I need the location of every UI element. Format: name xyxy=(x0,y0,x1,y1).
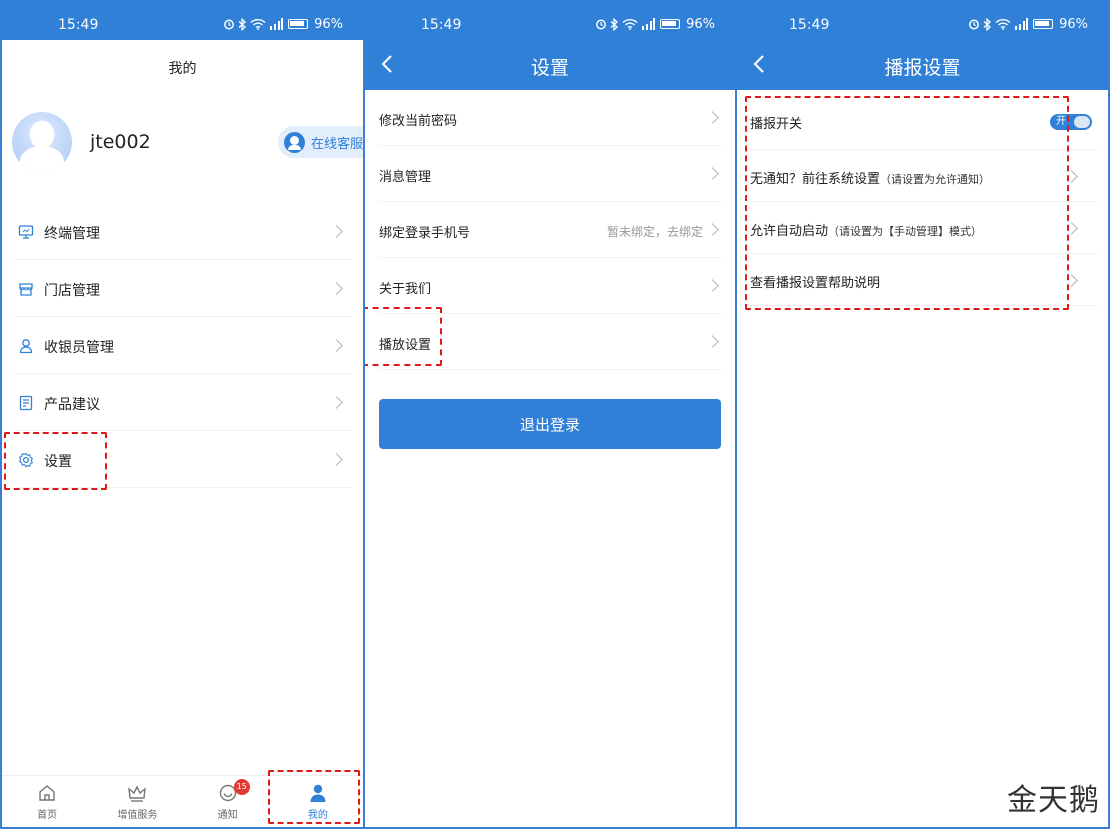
battery-percent: 96% xyxy=(686,16,715,32)
monitor-icon xyxy=(18,225,34,239)
default-avatar-icon xyxy=(30,121,54,149)
highlight-broadcast-options xyxy=(745,96,1069,310)
menu-item-label: 收银员管理 xyxy=(44,340,114,356)
menu-item-message-management[interactable]: 消息管理 xyxy=(379,146,721,202)
user-icon xyxy=(19,339,33,354)
alarm-icon xyxy=(596,19,607,30)
nav-bar: 设置 xyxy=(365,40,735,90)
status-time: 15:49 xyxy=(789,17,830,33)
menu-item-label: 消息管理 xyxy=(379,170,432,185)
chevron-right-icon xyxy=(330,282,343,295)
wifi-icon xyxy=(250,18,266,30)
menu-item-label: 产品建议 xyxy=(44,397,100,413)
chevron-right-icon xyxy=(706,167,719,180)
status-icons: 96% xyxy=(595,16,715,32)
battery-percent: 96% xyxy=(314,16,343,32)
logout-button[interactable]: 退出登录 xyxy=(379,399,721,449)
chevron-right-icon xyxy=(330,396,343,409)
menu-item-label: 关于我们 xyxy=(379,282,432,297)
note-icon xyxy=(19,395,33,411)
status-icons: 96% xyxy=(223,16,343,32)
chevron-right-icon xyxy=(330,339,343,352)
battery-percent: 96% xyxy=(1059,16,1088,32)
highlight-tab-mine xyxy=(268,770,360,824)
wifi-icon xyxy=(995,18,1011,30)
battery-icon xyxy=(1033,19,1054,29)
page-title: 播报设置 xyxy=(884,57,961,79)
chevron-right-icon xyxy=(330,225,343,238)
highlight-settings xyxy=(4,432,107,490)
highlight-playback-settings xyxy=(365,307,442,366)
online-service-button[interactable]: 在线客服 xyxy=(278,126,364,158)
avatar[interactable] xyxy=(12,112,72,172)
tab-label: 通知 xyxy=(217,810,238,821)
chevron-right-icon xyxy=(330,453,343,466)
store-icon xyxy=(19,283,33,296)
menu-item-cashier[interactable]: 收银员管理 xyxy=(14,317,351,374)
battery-icon xyxy=(660,19,681,29)
status-time: 15:49 xyxy=(58,17,99,33)
service-agent-icon xyxy=(284,131,305,153)
alarm-icon xyxy=(969,19,980,30)
nav-bar: 播报设置 xyxy=(737,40,1108,90)
chevron-right-icon xyxy=(706,335,719,348)
tab-label: 首页 xyxy=(37,810,58,821)
chevron-right-icon xyxy=(706,223,719,236)
screen-mine: 15:49 96% 我的 jte002 在线客服 终端管理 门店管理 收银员管理… xyxy=(0,0,365,829)
signal-icon xyxy=(642,18,656,30)
menu-item-label: 绑定登录手机号 xyxy=(379,226,471,241)
menu-item-store[interactable]: 门店管理 xyxy=(14,260,351,317)
bluetooth-icon xyxy=(238,17,247,31)
username: jte002 xyxy=(90,131,151,153)
tab-value-added[interactable]: 增值服务 xyxy=(92,776,182,827)
tab-notification[interactable]: 15 通知 xyxy=(183,776,273,827)
menu-item-label: 门店管理 xyxy=(44,283,100,299)
online-service-label: 在线客服 xyxy=(311,136,364,152)
page-title: 设置 xyxy=(530,57,569,79)
bluetooth-icon xyxy=(983,17,992,31)
menu-item-suggestion[interactable]: 产品建议 xyxy=(14,374,351,431)
screen-settings: 15:49 96% 设置 修改当前密码 消息管理 绑定登录手机号 暂未绑定，去绑… xyxy=(365,0,737,829)
status-time: 15:49 xyxy=(421,17,462,33)
crown-icon xyxy=(128,785,147,802)
status-bar: 15:49 96% xyxy=(737,0,1108,40)
status-bar: 15:49 96% xyxy=(365,0,735,40)
bluetooth-icon xyxy=(610,17,619,31)
chevron-right-icon xyxy=(706,279,719,292)
wifi-icon xyxy=(622,18,638,30)
menu-item-terminal[interactable]: 终端管理 xyxy=(14,203,351,260)
signal-icon xyxy=(1015,18,1029,30)
battery-icon xyxy=(288,19,309,29)
bind-phone-status: 暂未绑定，去绑定 xyxy=(606,225,703,239)
alarm-icon xyxy=(224,19,235,30)
menu-item-bind-phone[interactable]: 绑定登录手机号 暂未绑定，去绑定 xyxy=(379,202,721,258)
chevron-right-icon xyxy=(706,111,719,124)
notification-badge: 15 xyxy=(233,779,250,795)
signal-icon xyxy=(270,18,284,30)
watermark: 金天鹅 xyxy=(1007,783,1100,818)
menu-item-change-password[interactable]: 修改当前密码 xyxy=(379,90,721,146)
menu-item-about-us[interactable]: 关于我们 xyxy=(379,258,721,314)
status-bar: 15:49 96% xyxy=(2,0,363,40)
menu-item-label: 终端管理 xyxy=(44,226,100,242)
page-title: 我的 xyxy=(168,61,197,77)
tab-home[interactable]: 首页 xyxy=(2,776,92,827)
status-icons: 96% xyxy=(968,16,1088,32)
toggle-knob xyxy=(1074,116,1090,128)
screen-broadcast-settings: 15:49 96% 播报设置 播报开关 开 无通知？前往系统设置（请设置为允许通… xyxy=(737,0,1110,829)
tab-label: 增值服务 xyxy=(117,810,158,821)
menu-item-label: 修改当前密码 xyxy=(379,114,458,129)
home-icon xyxy=(39,785,55,801)
